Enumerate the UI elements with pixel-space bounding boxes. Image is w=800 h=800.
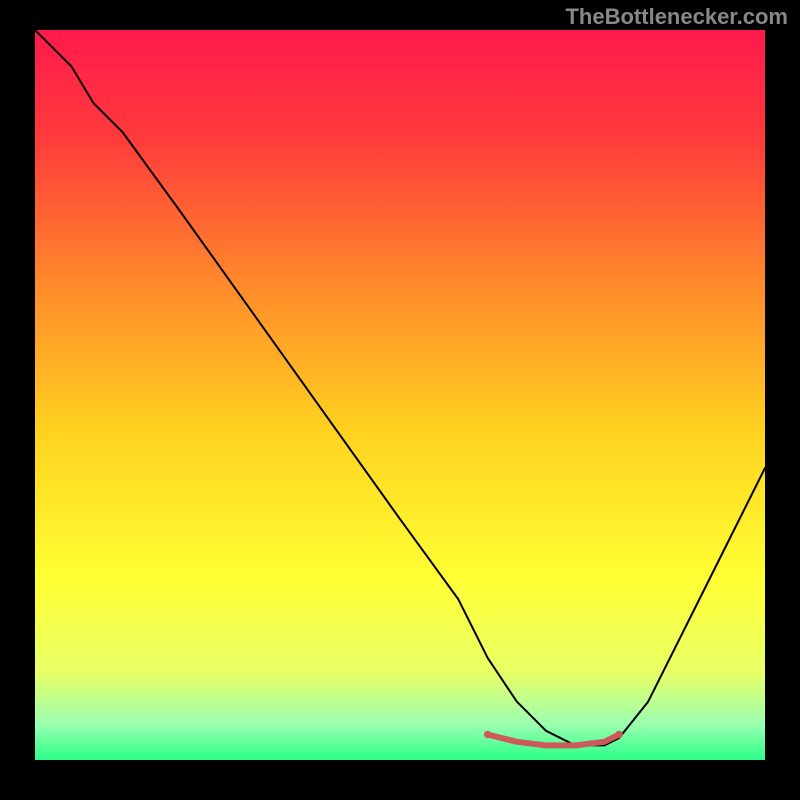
series-optimal-highlight-endpoint xyxy=(484,731,492,739)
chart-plot-area xyxy=(35,30,765,760)
chart-background xyxy=(35,30,765,760)
chart-svg xyxy=(35,30,765,760)
series-optimal-highlight-endpoint xyxy=(615,731,623,739)
watermark-text: TheBottlenecker.com xyxy=(565,4,788,30)
